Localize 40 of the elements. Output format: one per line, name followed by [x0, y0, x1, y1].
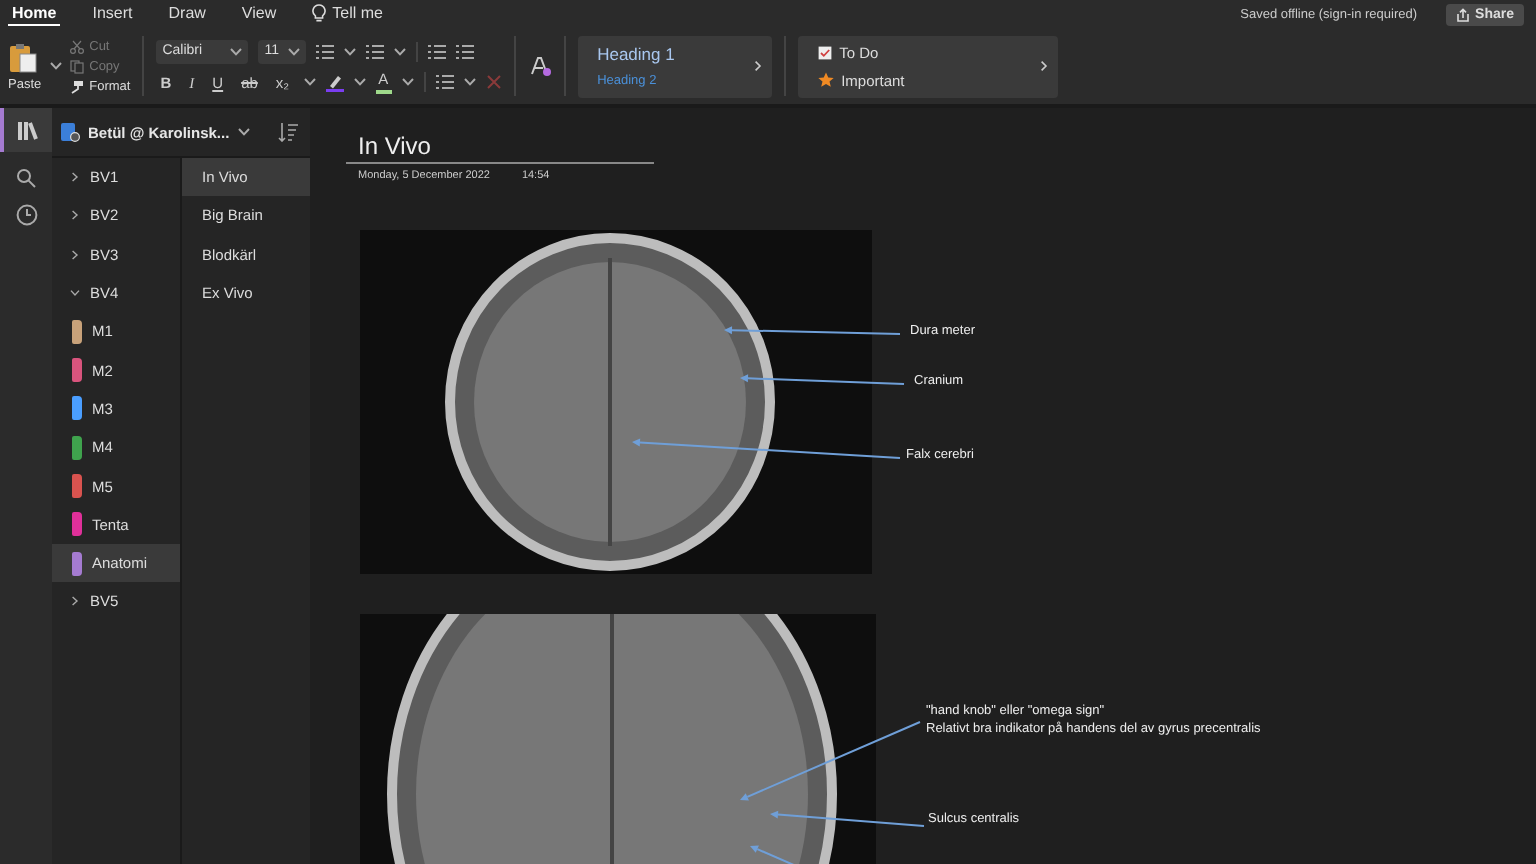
menu-tab[interactable]: Draw — [164, 2, 210, 26]
chevron-icon[interactable] — [70, 172, 80, 183]
notebooks-icon — [18, 121, 38, 139]
lightbulb-icon — [312, 4, 327, 22]
checkbox-icon — [817, 45, 832, 59]
menu-tab[interactable]: View — [237, 2, 281, 26]
bullets-icon[interactable] — [316, 43, 335, 59]
search-icon[interactable] — [16, 168, 36, 188]
menu-tab[interactable]: Tell me — [308, 2, 387, 26]
clipboard-icon — [8, 41, 41, 73]
more-styles-icon[interactable] — [753, 60, 762, 72]
page-title[interactable]: In Vivo — [358, 132, 654, 162]
heading-style[interactable]: Heading 1 — [597, 44, 746, 64]
copy-icon — [69, 59, 84, 73]
caret-icon[interactable] — [401, 78, 414, 86]
caret-icon[interactable] — [230, 47, 243, 55]
chevron-icon[interactable] — [70, 288, 80, 299]
scissors-icon — [69, 39, 84, 53]
caret-icon[interactable] — [49, 62, 62, 70]
caret-icon[interactable] — [394, 47, 407, 55]
caret-icon[interactable] — [237, 128, 250, 136]
chevron-icon[interactable] — [70, 249, 80, 260]
format-painter-icon — [69, 79, 84, 93]
notebooks-button[interactable] — [0, 108, 52, 152]
more-tags-icon[interactable] — [1039, 60, 1048, 72]
notebook-icon — [60, 122, 80, 142]
highlighter-icon[interactable] — [325, 73, 344, 91]
caret-icon[interactable] — [303, 78, 316, 86]
star-icon — [817, 72, 834, 88]
chevron-icon[interactable] — [70, 210, 80, 221]
caret-icon[interactable] — [344, 47, 357, 55]
recent-clock-icon[interactable] — [15, 204, 37, 226]
menu-tab[interactable]: Insert — [88, 2, 137, 26]
share-icon — [1455, 7, 1470, 21]
menu-tab[interactable]: Home — [8, 2, 61, 26]
sort-icon[interactable] — [278, 122, 298, 142]
chevron-icon[interactable] — [70, 596, 80, 607]
caret-icon[interactable] — [353, 78, 366, 86]
caret-icon[interactable] — [288, 47, 301, 55]
caret-icon[interactable] — [463, 78, 476, 86]
